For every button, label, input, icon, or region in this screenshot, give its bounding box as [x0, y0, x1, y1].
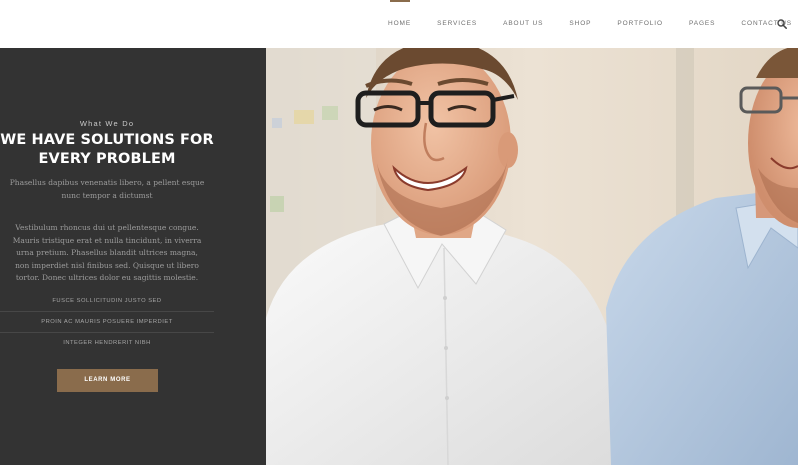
hero-panel: What We Do WE HAVE SOLUTIONS FOR EVERY P…	[0, 48, 266, 465]
hero-headline: WE HAVE SOLUTIONS FOR EVERY PROBLEM	[0, 131, 214, 169]
nav-pages[interactable]: PAGES	[689, 0, 715, 48]
learn-more-button[interactable]: LEARN MORE	[57, 369, 158, 392]
section-eyebrow: What We Do	[79, 119, 135, 128]
headline-line-2: EVERY PROBLEM	[38, 151, 176, 167]
hero-subtext: Phasellus dapibus venenatis libero, a pe…	[9, 178, 205, 200]
nav-services[interactable]: SERVICES	[437, 0, 477, 48]
feature-item: PROIN AC MAURIS POSUERE IMPERDIET	[0, 312, 214, 333]
nav-shop[interactable]: SHOP	[569, 0, 591, 48]
nav-portfolio[interactable]: PORTFOLIO	[617, 0, 663, 48]
nav-home[interactable]: HOME	[388, 0, 411, 48]
main-nav: HOME SERVICES ABOUT US SHOP PORTFOLIO PA…	[388, 0, 792, 48]
search-icon[interactable]	[777, 19, 787, 29]
hero-photo-illustration	[266, 48, 798, 465]
feature-list: FUSCE SOLLICITUDIN JUSTO SED PROIN AC MA…	[0, 291, 214, 354]
hero-photo	[266, 48, 798, 465]
nav-about-us[interactable]: ABOUT US	[503, 0, 543, 48]
feature-item: FUSCE SOLLICITUDIN JUSTO SED	[0, 291, 214, 312]
feature-item: INTEGER HENDRERIT NIBH	[63, 340, 151, 346]
site-header: HOME SERVICES ABOUT US SHOP PORTFOLIO PA…	[0, 0, 798, 48]
hero-body-text: Vestibulum rhoncus dui ut pellentesque c…	[12, 223, 202, 282]
headline-line-1: WE HAVE SOLUTIONS FOR	[0, 132, 214, 148]
